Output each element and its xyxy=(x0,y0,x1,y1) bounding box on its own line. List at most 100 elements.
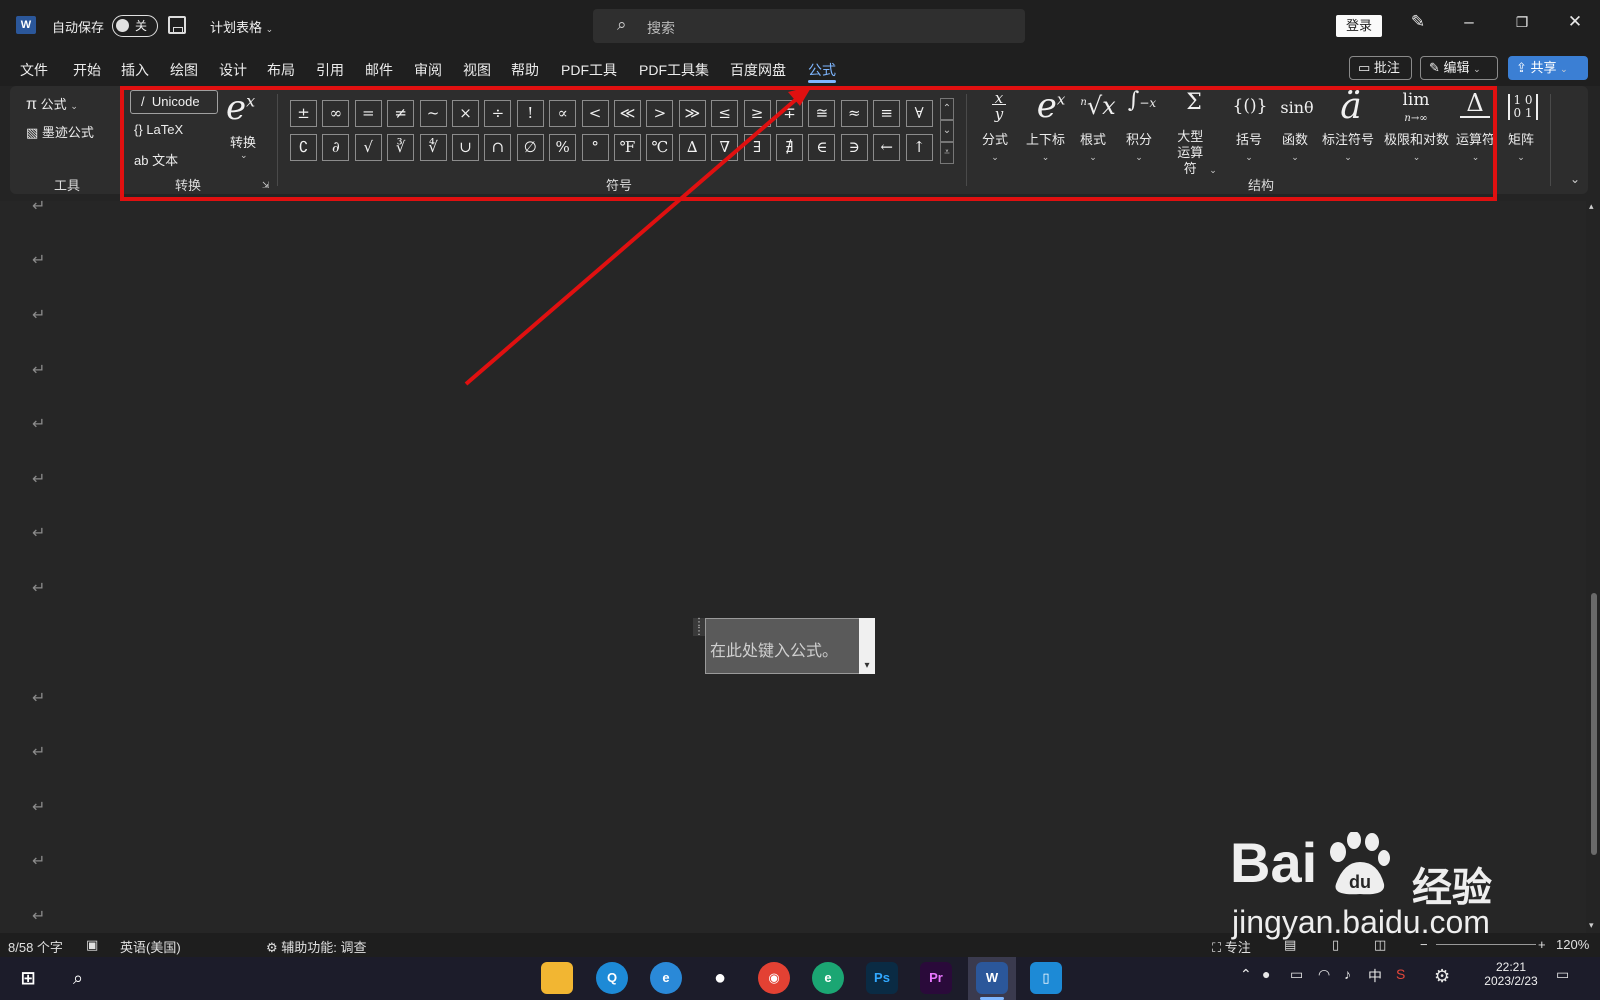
brush-icon[interactable]: ✎ xyxy=(1406,12,1430,38)
settings-gear-icon[interactable]: ⚙ xyxy=(1434,966,1450,987)
menu-mailings[interactable]: 邮件 xyxy=(365,60,393,80)
menu-pdf-toolset[interactable]: PDF工具集 xyxy=(639,60,709,80)
paragraph-mark-icon: ↵ xyxy=(32,744,46,761)
wifi-icon[interactable]: ◠ xyxy=(1318,966,1330,983)
equation-options-icon[interactable]: ▾ xyxy=(859,618,875,674)
equation-placeholder: 在此处键入公式。 xyxy=(710,641,839,660)
menu-references[interactable]: 引用 xyxy=(316,60,344,80)
pencil-icon: ✎ xyxy=(1429,60,1440,75)
system-clock[interactable]: 22:21 2023/2/23 xyxy=(1466,960,1556,988)
menu-draw[interactable]: 绘图 xyxy=(170,60,198,80)
search-box[interactable]: ⌕ 搜索 xyxy=(593,9,1025,43)
minimize-icon[interactable]: – xyxy=(1457,12,1481,38)
autosave-toggle[interactable]: 关 xyxy=(112,15,158,37)
scroll-down-arrow-icon[interactable]: ▾ xyxy=(1589,920,1594,931)
menu-design[interactable]: 设计 xyxy=(219,60,247,80)
edit-button[interactable]: ✎ 编辑 ⌄ xyxy=(1420,56,1498,80)
autosave-state: 关 xyxy=(135,19,148,33)
qq-icon[interactable]: ● xyxy=(704,962,736,994)
autosave-label: 自动保存 xyxy=(52,20,105,35)
baidu-paw-icon: du xyxy=(1330,832,1390,895)
chevron-down-icon: ⌄ xyxy=(1560,64,1568,74)
language-status[interactable]: 英语(美国) xyxy=(120,937,181,956)
doc-title-button[interactable]: 计划表格 ⌄ xyxy=(210,17,273,36)
search-placeholder: 搜索 xyxy=(647,20,675,36)
zoom-slider[interactable] xyxy=(1436,944,1536,945)
photoshop-icon[interactable]: Ps xyxy=(866,962,898,994)
menu-pdf-tools[interactable]: PDF工具 xyxy=(561,60,617,80)
matrix-icon[interactable]: 1 00 1 xyxy=(1508,94,1538,120)
share-icon: ⇪ xyxy=(1516,60,1527,75)
menu-insert[interactable]: 插入 xyxy=(121,60,149,80)
restore-icon[interactable]: ❐ xyxy=(1510,14,1534,40)
word-count[interactable]: 8/58 个字 xyxy=(8,937,63,956)
accessibility-icon: ⚙ xyxy=(266,940,278,955)
notification-icon[interactable]: ▭ xyxy=(1556,966,1569,983)
chrome-icon[interactable]: ◉ xyxy=(758,962,790,994)
edge-icon[interactable]: e xyxy=(812,962,844,994)
scroll-up-arrow-icon[interactable]: ▴ xyxy=(1589,201,1594,212)
file-explorer-icon[interactable] xyxy=(541,962,573,994)
paragraph-mark-icon: ↵ xyxy=(32,799,46,816)
accessibility-status[interactable]: ⚙ 辅助功能: 调查 xyxy=(266,937,367,956)
equation-handle-icon[interactable]: ⋮ ⋮ xyxy=(693,618,705,637)
taskbar xyxy=(0,957,1600,1000)
taskbar-search-icon[interactable]: ⌕ xyxy=(62,962,94,994)
paragraph-mark-icon: ↵ xyxy=(32,362,46,379)
scrollbar-thumb[interactable] xyxy=(1591,593,1597,855)
close-icon[interactable]: ✕ xyxy=(1563,12,1587,38)
doc-title: 计划表格 xyxy=(210,20,263,35)
proofing-icon[interactable]: ▣ xyxy=(86,937,98,953)
login-button[interactable]: 登录 xyxy=(1336,15,1382,37)
ribbon-collapse-icon[interactable]: ⌄ xyxy=(1570,172,1580,186)
menu-file[interactable]: 文件 xyxy=(20,60,48,80)
zoom-level[interactable]: 120% xyxy=(1556,937,1589,952)
word-taskbar-icon[interactable]: W xyxy=(976,962,1008,994)
share-label: 共享 xyxy=(1530,60,1557,75)
equation-input[interactable]: 在此处键入公式。 xyxy=(705,618,875,674)
zoom-in-icon[interactable]: + xyxy=(1538,937,1546,952)
matrix-button[interactable]: 矩阵 ⌄ xyxy=(1508,129,1534,163)
premiere-icon[interactable]: Pr xyxy=(920,962,952,994)
phone-link-icon[interactable]: ▯ xyxy=(1030,962,1062,994)
chevron-down-icon: ⌄ xyxy=(70,101,78,111)
volume-icon[interactable]: ♪ xyxy=(1344,966,1351,982)
menu-baidu-netdisk[interactable]: 百度网盘 xyxy=(730,60,786,80)
annotation-highlight-box xyxy=(120,86,1497,201)
comment-button[interactable]: ▭ 批注 xyxy=(1349,56,1412,80)
paragraph-mark-icon: ↵ xyxy=(32,252,46,269)
ink-equation-button[interactable]: ▧ 墨迹公式 xyxy=(26,122,94,141)
menu-view[interactable]: 视图 xyxy=(463,60,491,80)
paragraph-mark-icon: ↵ xyxy=(32,690,46,707)
focus-label: 专注 xyxy=(1224,940,1251,955)
chevron-down-icon: ⌄ xyxy=(265,24,274,34)
search-app-icon[interactable]: Q xyxy=(596,962,628,994)
ink-equation-icon: ▧ xyxy=(26,125,39,140)
menu-help[interactable]: 帮助 xyxy=(511,60,539,80)
word-logo-icon: W xyxy=(16,16,36,34)
share-button[interactable]: ⇪ 共享 ⌄ xyxy=(1508,56,1588,80)
ime-indicator[interactable]: 中 xyxy=(1368,966,1382,986)
windows-start-icon[interactable]: ⊞ xyxy=(12,962,44,994)
document-area[interactable] xyxy=(0,201,1586,933)
paragraph-mark-icon: ↵ xyxy=(32,908,46,925)
matrix-label: 矩阵 xyxy=(1508,132,1535,147)
paragraph-mark-icon: ↵ xyxy=(32,525,46,542)
sogou-ime-icon[interactable]: S xyxy=(1396,966,1405,982)
chevron-down-icon: ⌄ xyxy=(1473,64,1481,74)
save-icon[interactable] xyxy=(168,16,186,34)
menu-layout[interactable]: 布局 xyxy=(267,60,295,80)
ie-browser-icon[interactable]: e xyxy=(650,962,682,994)
paragraph-mark-icon: ↵ xyxy=(32,416,46,433)
group-divider xyxy=(1550,94,1551,186)
menu-equation[interactable]: 公式 xyxy=(808,60,836,80)
tray-overflow-icon[interactable]: ⌃ xyxy=(1240,966,1252,983)
menu-home[interactable]: 开始 xyxy=(73,60,101,80)
qq-tray-icon[interactable]: ● xyxy=(1262,966,1270,982)
menu-review[interactable]: 审阅 xyxy=(414,60,442,80)
search-icon: ⌕ xyxy=(617,15,627,34)
equation-button[interactable]: π 公式 ⌄ xyxy=(26,94,78,114)
focus-icon: ⛶ xyxy=(1212,940,1222,955)
battery-icon[interactable]: ▭ xyxy=(1290,966,1303,983)
paragraph-mark-icon: ↵ xyxy=(32,580,46,597)
